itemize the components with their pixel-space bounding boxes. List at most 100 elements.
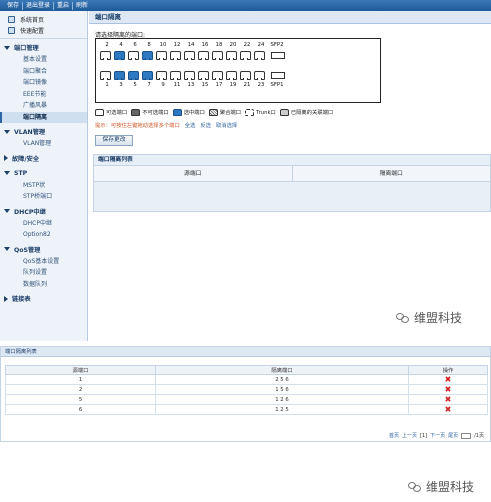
port-icon[interactable] bbox=[156, 71, 167, 80]
cell-isolated-ports: 1 2 5 bbox=[155, 404, 409, 415]
caret-down-icon bbox=[4, 247, 10, 251]
sidebar-section-header[interactable]: QoS管理 bbox=[0, 243, 87, 256]
sfp-port-icon[interactable] bbox=[271, 72, 285, 79]
save-changes-button[interactable]: 保存更改 bbox=[95, 135, 133, 146]
sidebar-item[interactable]: QoS基本设置 bbox=[0, 256, 87, 268]
sidebar-section-header[interactable]: 故障/安全 bbox=[0, 152, 87, 165]
table-row: 51 2 6 ✖ bbox=[5, 394, 488, 405]
port-icon[interactable] bbox=[114, 51, 125, 60]
isolation-table: 源端口 隔离端口 操作 12 5 6 ✖ 2 1 5 6 ✖ 5 1 2 6 ✖ 6 1 2 5 ✖ bbox=[5, 365, 488, 415]
pager-last[interactable]: 尾页 bbox=[448, 432, 458, 439]
sidebar-link-quick-config[interactable]: 快速配置 bbox=[8, 25, 87, 36]
legend-port-icon bbox=[172, 108, 182, 116]
port-icon[interactable] bbox=[156, 51, 167, 60]
toolbar-logout[interactable]: 退出登录 bbox=[23, 1, 55, 10]
port-number-label: 12 bbox=[173, 42, 181, 48]
port-icon[interactable] bbox=[184, 51, 195, 60]
port-icon[interactable] bbox=[184, 71, 195, 80]
port-icon[interactable] bbox=[254, 51, 265, 60]
delete-icon[interactable]: ✖ bbox=[445, 375, 452, 384]
cell-isolated-ports: 1 2 6 bbox=[155, 394, 409, 405]
port-icon[interactable] bbox=[170, 71, 181, 80]
port-icon[interactable] bbox=[240, 71, 251, 80]
sidebar-item[interactable]: 端口镜像 bbox=[0, 77, 87, 89]
sidebar-section-header[interactable]: 链接表 bbox=[0, 292, 87, 305]
port-icon[interactable] bbox=[254, 71, 265, 80]
table-row: 61 2 5 ✖ bbox=[5, 404, 488, 415]
column-source-port: 源端口 bbox=[94, 166, 293, 181]
port-number-label: 13 bbox=[187, 82, 195, 88]
watermark-text: 维盟科技 bbox=[426, 480, 475, 494]
sidebar-item[interactable]: Option82 bbox=[0, 229, 87, 241]
port-number-label: 10 bbox=[159, 42, 167, 48]
sidebar-section-title: VLAN管理 bbox=[14, 129, 46, 136]
sidebar-section-title: STP bbox=[14, 169, 28, 177]
sidebar-link-home[interactable]: 系统首页 bbox=[8, 14, 87, 25]
select-all-link[interactable]: 全选 bbox=[185, 121, 196, 129]
sidebar-item[interactable]: MSTP状 bbox=[0, 180, 87, 192]
isolation-list-panel: 端口隔离列表 源端口 隔离端口 bbox=[93, 154, 491, 212]
sidebar-section-header[interactable]: STP bbox=[0, 167, 87, 180]
sidebar-item[interactable]: STP桥端口 bbox=[0, 191, 87, 203]
toolbar-reboot[interactable]: 重启 bbox=[54, 1, 74, 10]
pager-page-input[interactable] bbox=[461, 432, 472, 439]
port-icon[interactable] bbox=[100, 51, 111, 60]
port-icon[interactable] bbox=[142, 71, 153, 80]
sidebar-item[interactable]: 端口聚合 bbox=[0, 66, 87, 78]
th-action: 操作 bbox=[408, 365, 488, 375]
column-isolated-port: 隔离端口 bbox=[379, 171, 403, 177]
delete-icon[interactable]: ✖ bbox=[445, 395, 452, 404]
clear-selection-link[interactable]: 取消选择 bbox=[216, 121, 237, 129]
sidebar-item[interactable]: 基本设置 bbox=[0, 54, 87, 66]
sidebar-section-header[interactable]: DHCP中继 bbox=[0, 205, 87, 218]
invert-selection-link[interactable]: 反选 bbox=[200, 121, 211, 129]
sidebar-item[interactable]: 队列设置 bbox=[0, 267, 87, 279]
sidebar-sections: 端口管理 基本设置 端口聚合 端口镜像 EEE节能 广播风暴 端口隔离 VLAN管理 VLAN管… bbox=[0, 41, 87, 305]
legend-label: 已隔离的关联端口 bbox=[290, 110, 334, 116]
port-icon[interactable] bbox=[128, 51, 139, 60]
bottom-port-row bbox=[100, 71, 285, 80]
pager-prev[interactable]: 上一页 bbox=[402, 432, 417, 439]
port-icon[interactable] bbox=[212, 51, 223, 60]
port-icon[interactable] bbox=[142, 51, 153, 60]
port-number-label: 15 bbox=[201, 82, 209, 88]
sidebar-item[interactable]: DHCP中继 bbox=[0, 218, 87, 230]
sidebar-item[interactable]: 数据队列 bbox=[0, 279, 87, 291]
lower-list-title: 端口隔离列表 bbox=[1, 347, 490, 357]
sidebar-item[interactable]: 端口隔离 bbox=[0, 111, 87, 123]
port-icon[interactable] bbox=[114, 71, 125, 80]
sfp-port-icon[interactable] bbox=[271, 52, 285, 59]
pager: 首页 上一页 [1] 下一页 尾页 /1页 bbox=[386, 432, 484, 439]
pager-first[interactable]: 首页 bbox=[389, 432, 399, 439]
sidebar-section-header[interactable]: VLAN管理 bbox=[0, 125, 87, 138]
sidebar-item[interactable]: VLAN管理 bbox=[0, 138, 87, 150]
sidebar-item[interactable]: EEE节能 bbox=[0, 89, 87, 101]
delete-icon[interactable]: ✖ bbox=[445, 405, 452, 414]
caret-down-icon bbox=[4, 171, 10, 175]
port-icon[interactable] bbox=[128, 71, 139, 80]
toolbar-refresh[interactable]: 刷新 bbox=[73, 2, 91, 10]
sidebar-section-title: DHCP中继 bbox=[14, 208, 46, 216]
delete-icon[interactable]: ✖ bbox=[445, 385, 452, 394]
sfp-label: SFP1 bbox=[270, 82, 284, 88]
port-icon[interactable] bbox=[226, 51, 237, 60]
main-panel: 端口隔离 请选择隔离的端口: 2 4 6 8 10 12 14 16 18 20 22 24 SFP2 … bbox=[89, 11, 491, 341]
port-number-label: 19 bbox=[229, 82, 237, 88]
port-icon[interactable] bbox=[170, 51, 181, 60]
cell-action: ✖ bbox=[408, 394, 488, 405]
port-icon[interactable] bbox=[198, 51, 209, 60]
page-title: 端口隔离 bbox=[89, 11, 491, 24]
toolbar-save[interactable]: 保存 bbox=[4, 1, 24, 10]
sidebar-section-header[interactable]: 端口管理 bbox=[0, 41, 87, 54]
port-icon[interactable] bbox=[240, 51, 251, 60]
pager-next[interactable]: 下一页 bbox=[430, 432, 445, 439]
cell-isolated-ports: 1 5 6 bbox=[155, 384, 409, 395]
sidebar-item[interactable]: 广播风暴 bbox=[0, 100, 87, 112]
isolation-list-body bbox=[94, 182, 490, 211]
port-icon[interactable] bbox=[198, 71, 209, 80]
legend-label: 聚合端口 bbox=[219, 110, 242, 116]
port-icon[interactable] bbox=[212, 71, 223, 80]
port-icon[interactable] bbox=[100, 71, 111, 80]
port-icon[interactable] bbox=[226, 71, 237, 80]
caret-right-icon bbox=[4, 155, 8, 161]
